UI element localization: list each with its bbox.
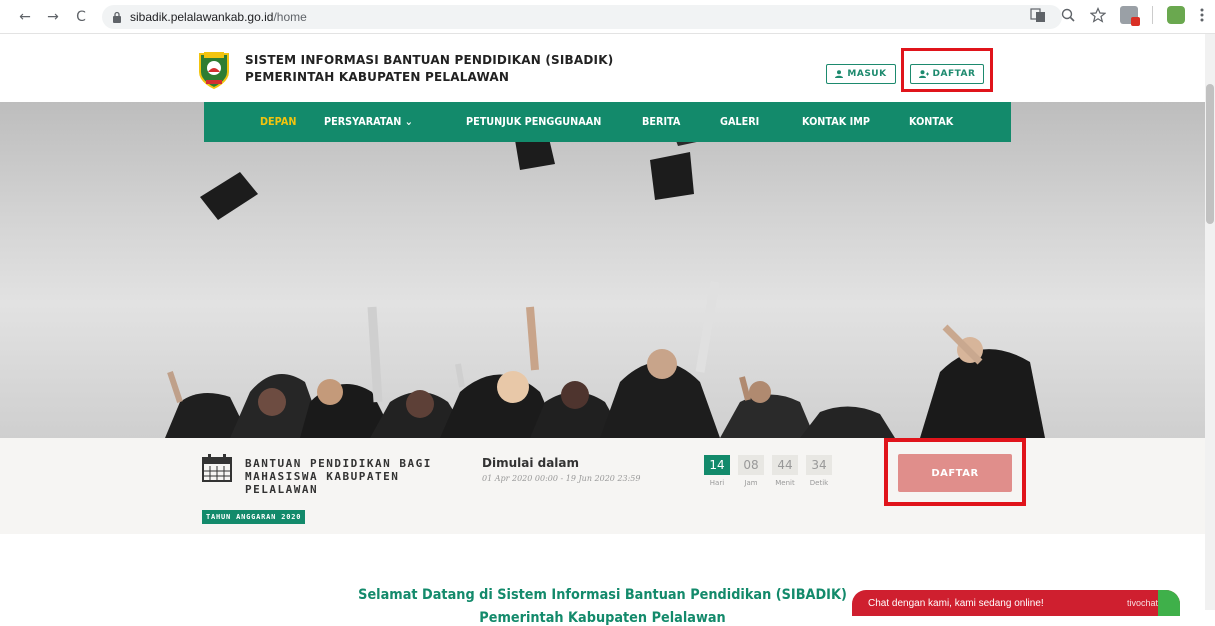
site-title-line1: SISTEM INFORMASI BANTUAN PENDIDIKAN (SIB… xyxy=(245,53,614,67)
countdown-days-label: Hari xyxy=(709,479,725,487)
program-title-line2: MAHASISWA KABUPATEN xyxy=(245,470,400,483)
countdown-seconds-label: Detik xyxy=(809,479,829,487)
pelalawan-logo-icon xyxy=(199,52,229,90)
countdown-hours-value: 08 xyxy=(738,455,764,475)
daftar-main-button[interactable]: DAFTAR xyxy=(898,454,1012,492)
nav-item-kontak-imp[interactable]: KONTAK IMP xyxy=(802,115,870,128)
nav-item-depan[interactable]: DEPAN xyxy=(260,115,296,128)
countdown-section: BANTUAN PENDIDIKAN BAGI MAHASISWA KABUPA… xyxy=(0,438,1205,534)
calendar-icon xyxy=(202,454,232,482)
user-icon xyxy=(835,70,844,78)
scrollbar-thumb[interactable] xyxy=(1206,84,1214,224)
extension-badge-icon xyxy=(1131,17,1140,26)
zoom-icon[interactable] xyxy=(1060,7,1076,23)
nav-item-persyaratan[interactable]: PERSYARATAN ⌄ xyxy=(324,115,413,128)
countdown-minutes: 44 Menit xyxy=(772,455,798,487)
countdown-seconds-value: 34 xyxy=(806,455,832,475)
nav-item-kontak[interactable]: KONTAK xyxy=(909,115,953,128)
url-path: /home xyxy=(273,9,307,24)
toolbar-divider xyxy=(1152,6,1153,24)
forward-button[interactable]: → xyxy=(42,6,64,28)
chat-widget[interactable]: Chat dengan kami, kami sedang online! ti… xyxy=(852,590,1180,616)
lock-icon xyxy=(113,11,121,23)
masuk-button[interactable]: MASUK xyxy=(826,64,896,84)
daftar-header-button[interactable]: DAFTAR xyxy=(910,64,984,84)
program-title-line3: PELALAWAN xyxy=(245,483,319,496)
date-range: 01 Apr 2020 00:00 - 19 Jun 2020 23:59 xyxy=(482,474,641,483)
browser-actions xyxy=(1030,6,1205,26)
site-title-line2: PEMERINTAH KABUPATEN PELALAWAN xyxy=(245,70,510,84)
program-title: BANTUAN PENDIDIKAN BAGI MAHASISWA KABUPA… xyxy=(245,457,432,496)
nav-item-berita[interactable]: BERITA xyxy=(642,115,680,128)
back-button[interactable]: ← xyxy=(14,6,36,28)
nav-item-petunjuk-penggunaan[interactable]: PETUNJUK PENGGUNAAN xyxy=(466,115,601,128)
site-title: SISTEM INFORMASI BANTUAN PENDIDIKAN (SIB… xyxy=(245,52,613,86)
translate-icon[interactable] xyxy=(1030,7,1046,23)
countdown-seconds: 34 Detik xyxy=(806,455,832,487)
hero-banner: DEPAN PERSYARATAN ⌄ PETUNJUK PENGGUNAAN … xyxy=(0,102,1205,438)
countdown-minutes-label: Menit xyxy=(775,479,795,487)
address-bar[interactable]: sibadik.pelalawankab.go.id/home xyxy=(102,4,1062,29)
user-plus-icon xyxy=(918,70,929,78)
browser-toolbar: ← → C sibadik.pelalawankab.go.id/home xyxy=(0,0,1215,34)
countdown-hours-label: Jam xyxy=(744,479,758,487)
starts-label: Dimulai dalam xyxy=(482,456,580,470)
url-domain: sibadik.pelalawankab.go.id xyxy=(130,9,274,24)
countdown-days-value: 14 xyxy=(704,455,730,475)
site-header: SISTEM INFORMASI BANTUAN PENDIDIKAN (SIB… xyxy=(0,34,1205,102)
countdown-hours: 08 Jam xyxy=(738,455,764,487)
masuk-label: MASUK xyxy=(847,69,887,79)
chat-widget-text: Chat dengan kami, kami sedang online! xyxy=(868,597,1044,609)
countdown-minutes-value: 44 xyxy=(772,455,798,475)
profile-avatar[interactable] xyxy=(1167,6,1185,24)
main-navigation: DEPAN PERSYARATAN ⌄ PETUNJUK PENGGUNAAN … xyxy=(204,102,1011,142)
budget-year-badge: TAHUN ANGGARAN 2020 xyxy=(202,510,306,524)
program-title-line1: BANTUAN PENDIDIKAN BAGI xyxy=(245,457,432,470)
nav-item-galeri[interactable]: GALERI xyxy=(720,115,759,128)
chat-brand: tivochat xyxy=(1126,598,1158,608)
page-scrollbar[interactable] xyxy=(1205,34,1215,610)
reload-button[interactable]: C xyxy=(70,6,92,28)
menu-kebab-icon[interactable] xyxy=(1199,7,1205,23)
daftar-header-label: DAFTAR xyxy=(932,69,976,79)
countdown-days: 14 Hari xyxy=(704,455,730,487)
extension-icon[interactable] xyxy=(1120,6,1140,26)
graduation-photo xyxy=(165,122,1045,438)
bookmark-star-icon[interactable] xyxy=(1090,7,1106,23)
